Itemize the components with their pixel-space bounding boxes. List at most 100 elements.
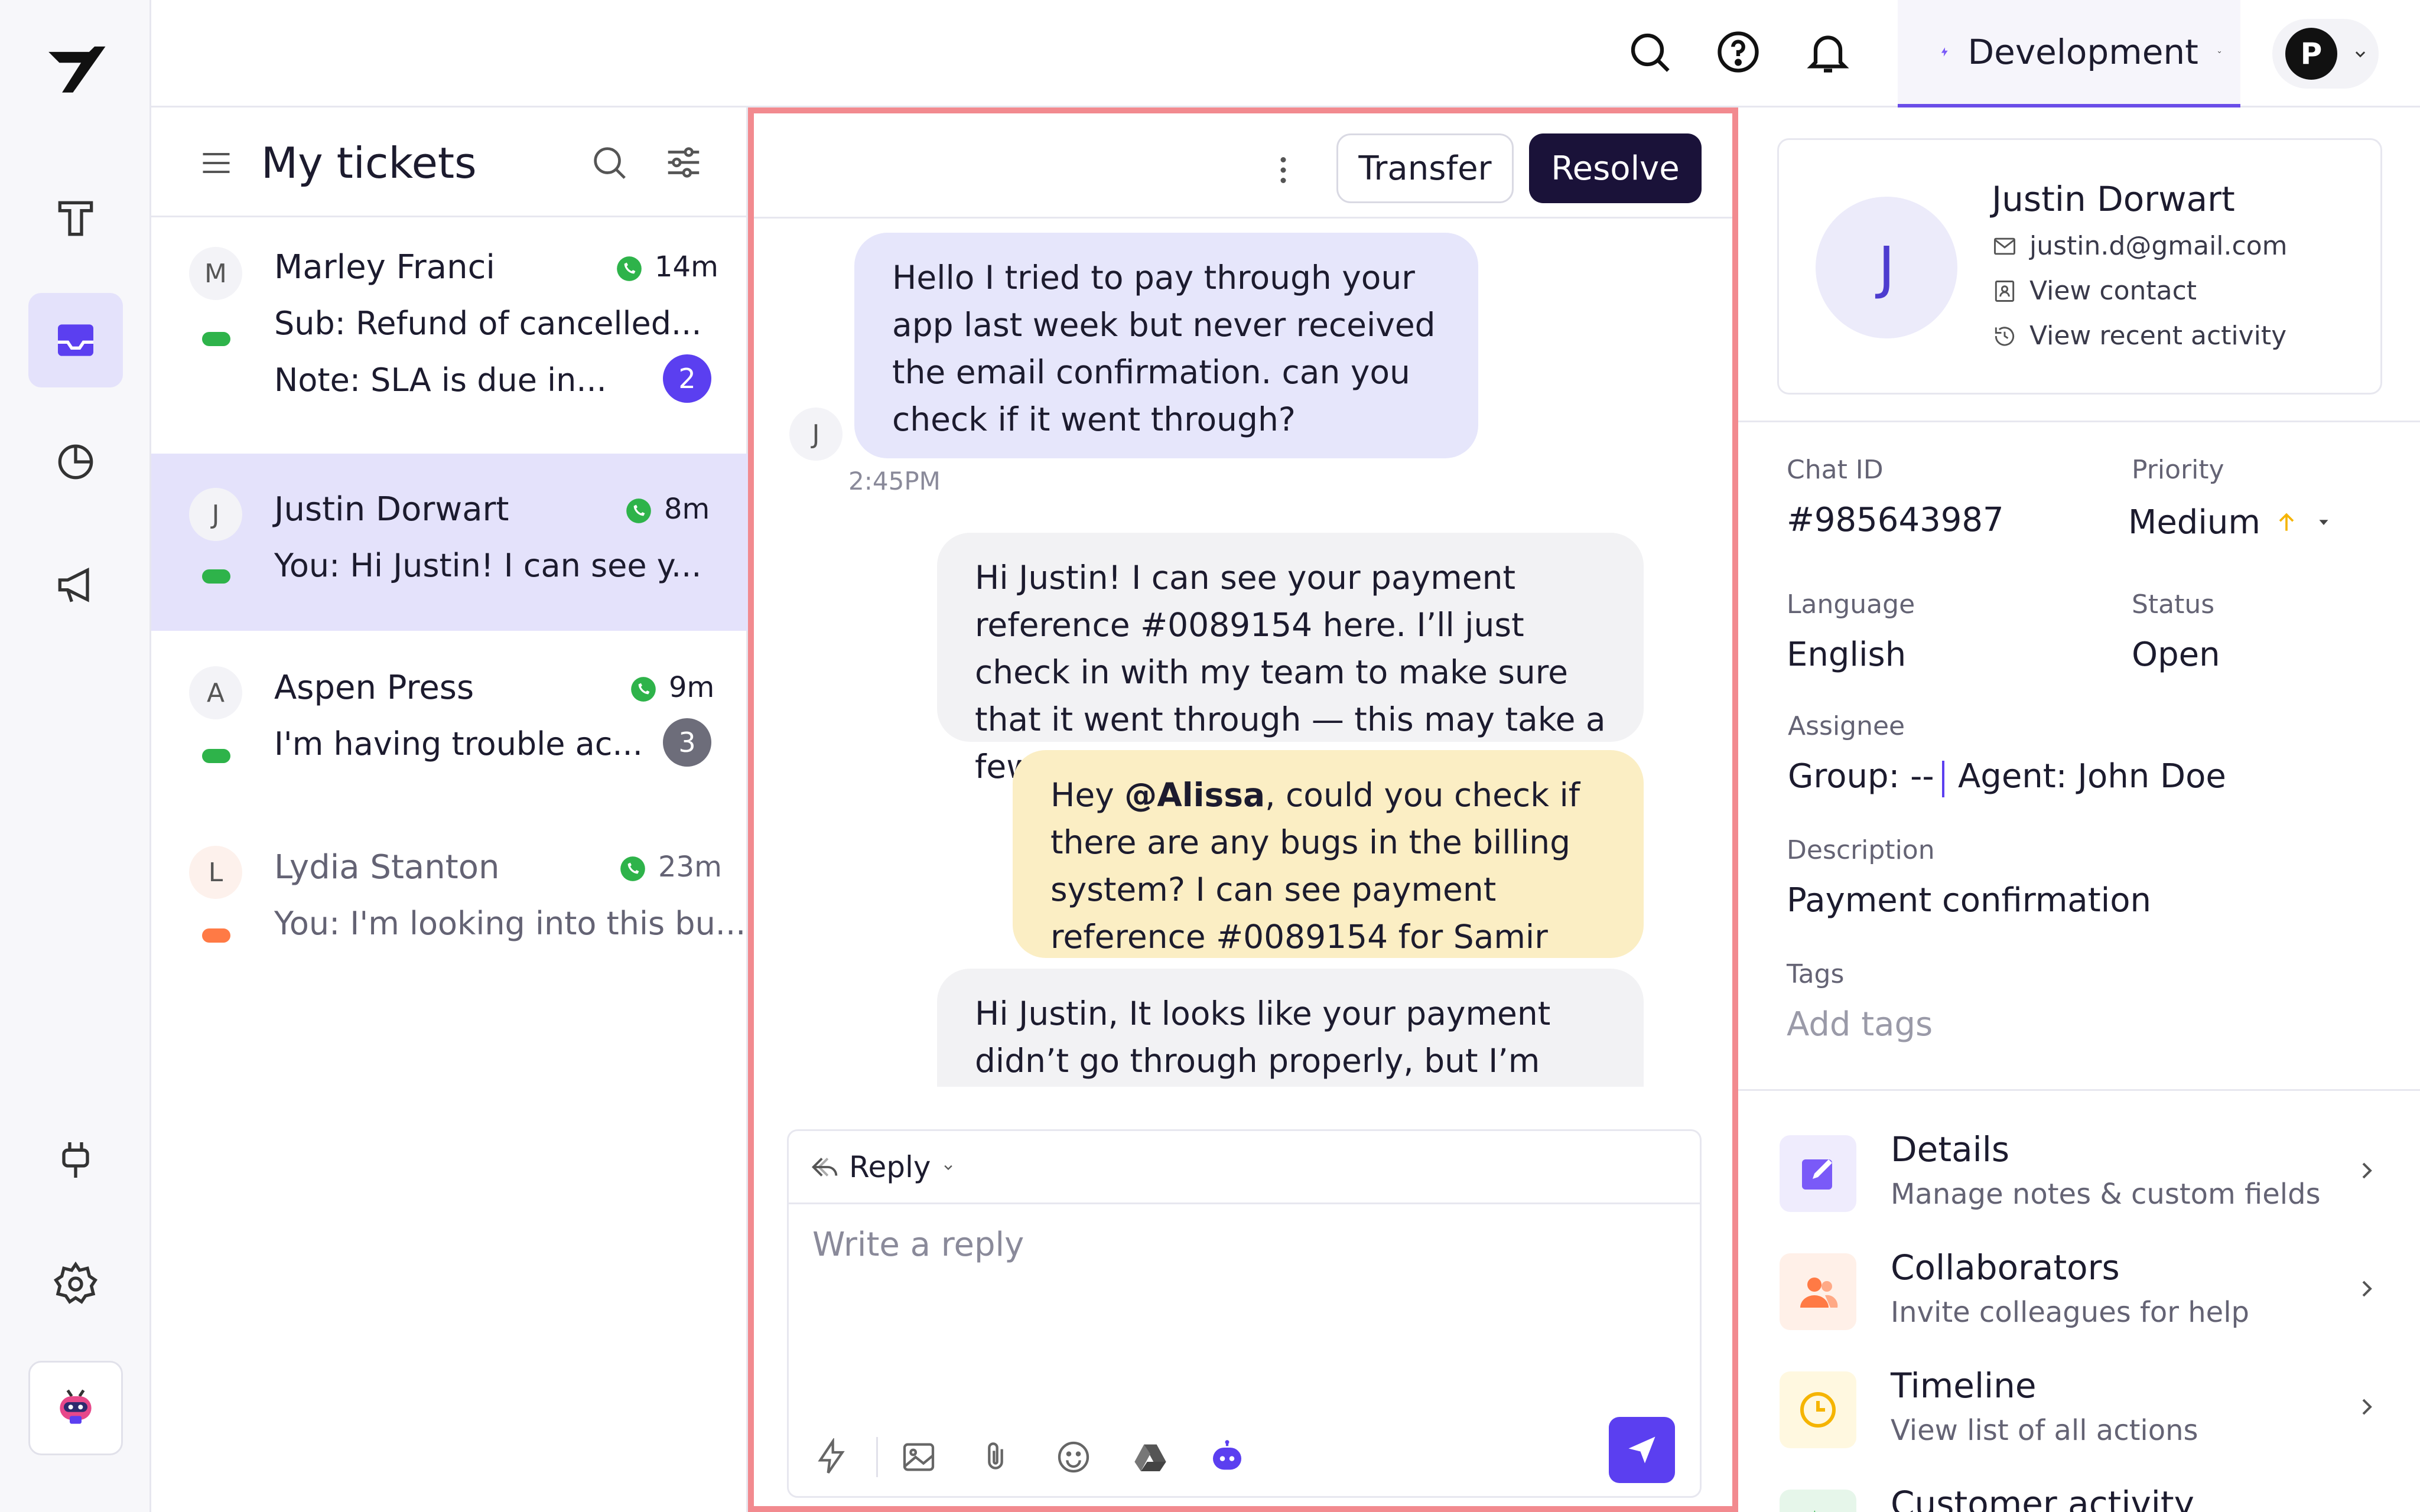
assignee-group[interactable]: Group: -- [1788, 757, 1934, 796]
transfer-button[interactable]: Transfer [1336, 133, 1514, 203]
ticket-row[interactable]: L Lydia Stanton 23m You: I'm looking int… [151, 813, 748, 990]
ticket-time: 9m [669, 671, 715, 704]
hamburger-menu-icon[interactable] [199, 145, 234, 181]
nav-campaigns[interactable] [28, 539, 123, 633]
bell-icon[interactable] [1803, 27, 1853, 77]
history-icon [1992, 323, 2018, 349]
environment-label: Development [1967, 32, 2198, 72]
resolve-button[interactable]: Resolve [1529, 133, 1702, 203]
avatar: M [189, 247, 242, 300]
arrow-up-icon [2273, 509, 2299, 535]
ticket-row[interactable]: J Justin Dorwart 8m You: Hi Justin! I ca… [151, 454, 748, 631]
priority-select[interactable]: Medium [2128, 493, 2364, 552]
description-label: Description [1787, 835, 1935, 865]
ticket-preview: You: I'm looking into this bu... [274, 905, 746, 942]
add-tags-input[interactable]: Add tags [1787, 1005, 1933, 1044]
timeline-icon-box [1780, 1371, 1856, 1448]
customer-activity-section[interactable]: Customer activity [1780, 1484, 2394, 1512]
away-status-dot [202, 928, 230, 943]
ticket-name: Justin Dorwart [274, 490, 509, 529]
email-text: justin.d@gmail.com [2029, 231, 2288, 261]
chevron-down-icon [2216, 41, 2223, 63]
internal-note: Hey @Alissa, could you check if there ar… [1013, 750, 1644, 1003]
more-options-icon[interactable] [1266, 152, 1301, 188]
section-title: Collaborators [1891, 1247, 2120, 1288]
avatar: L [189, 846, 242, 899]
tags-label: Tags [1787, 959, 1845, 989]
nav-bot[interactable] [28, 1361, 123, 1455]
send-button[interactable] [1609, 1417, 1675, 1483]
chevron-right-icon [2353, 1156, 2381, 1185]
ticket-row[interactable]: M Marley Franci 14m Sub: Refund of cance… [151, 217, 748, 403]
filter-sliders-icon[interactable] [663, 142, 704, 183]
message-time: 2:45PM [848, 467, 941, 496]
timeline-section[interactable]: Timeline View list of all actions [1780, 1366, 2394, 1472]
collaborators-icon-box [1780, 1253, 1856, 1330]
chevron-down-icon [940, 1159, 957, 1175]
avatar: J [1816, 197, 1957, 338]
search-icon[interactable] [1625, 27, 1674, 77]
image-icon[interactable] [900, 1438, 938, 1476]
caret-down-icon [2315, 513, 2333, 531]
edit-icon [1797, 1152, 1839, 1195]
whatsapp-icon [618, 854, 648, 884]
description-value[interactable]: Payment confirmation [1787, 881, 2151, 920]
details-section[interactable]: Details Manage notes & custom fields [1780, 1129, 2394, 1236]
view-contact-text: View contact [2029, 276, 2197, 306]
ticket-time: 8m [664, 493, 710, 526]
assignee-agent[interactable]: Agent: John Doe [1958, 757, 2226, 796]
search-icon[interactable] [588, 142, 630, 183]
reply-mode-selector[interactable]: Reply [789, 1131, 1700, 1204]
ticket-name: Aspen Press [274, 669, 474, 707]
reply-mode-label: Reply [849, 1149, 931, 1184]
details-icon-box [1780, 1135, 1856, 1212]
details-panel: J Justin Dorwart justin.d@gmail.com View… [1738, 107, 2420, 1512]
chat-id-value: #985643987 [1787, 501, 2004, 539]
nav-settings[interactable] [28, 1237, 123, 1331]
emoji-icon[interactable] [1055, 1438, 1092, 1476]
mention[interactable]: @Alissa [1124, 776, 1265, 814]
nav-integrations[interactable] [28, 1113, 123, 1207]
unread-badge: 3 [663, 718, 711, 767]
bot-icon [52, 1384, 99, 1432]
collaborators-section[interactable]: Collaborators Invite colleagues for help [1780, 1247, 2394, 1354]
view-activity-link[interactable]: View recent activity [1992, 321, 2286, 351]
help-icon[interactable] [1713, 27, 1763, 77]
customer-activity-icon-box [1780, 1490, 1856, 1512]
section-title: Details [1891, 1129, 2010, 1169]
reply-input[interactable] [812, 1226, 1675, 1344]
profile-menu[interactable]: P [2272, 19, 2379, 89]
contact-email[interactable]: justin.d@gmail.com [1992, 231, 2287, 261]
bot-icon[interactable] [1208, 1438, 1246, 1476]
lightning-icon [1939, 34, 1950, 70]
divider [1738, 1089, 2420, 1091]
nav-analytics[interactable] [28, 415, 123, 509]
contact-card: J Justin Dorwart justin.d@gmail.com View… [1777, 138, 2382, 395]
activity-icon [1797, 1507, 1839, 1512]
chevron-right-icon [2353, 1275, 2381, 1303]
section-title: Timeline [1891, 1366, 2037, 1406]
logo-icon[interactable] [28, 24, 123, 118]
top-bar: Development P [151, 0, 2420, 107]
drive-icon[interactable] [1131, 1438, 1169, 1476]
whatsapp-icon [614, 254, 644, 284]
environment-switcher[interactable]: Development [1898, 0, 2240, 107]
section-subtitle: View list of all actions [1891, 1414, 2198, 1447]
clock-icon [1797, 1389, 1839, 1431]
avatar: J [189, 488, 242, 541]
ticket-row[interactable]: A Aspen Press 9m I'm having trouble ac..… [151, 633, 748, 810]
online-status-dot [202, 569, 230, 584]
analytics-icon [52, 438, 99, 485]
lightning-icon[interactable] [812, 1438, 850, 1476]
nav-inbox[interactable] [28, 293, 123, 387]
contact-card-icon [1992, 278, 2018, 304]
online-status-dot [202, 749, 230, 763]
language-value: English [1787, 636, 1907, 674]
assignee-divider [1942, 761, 1944, 797]
status-value[interactable]: Open [2132, 636, 2220, 674]
attachment-icon[interactable] [977, 1438, 1014, 1476]
users-icon [1797, 1270, 1839, 1313]
integrations-icon [52, 1136, 99, 1184]
view-contact-link[interactable]: View contact [1992, 276, 2197, 306]
nav-text-tool[interactable] [28, 171, 123, 266]
